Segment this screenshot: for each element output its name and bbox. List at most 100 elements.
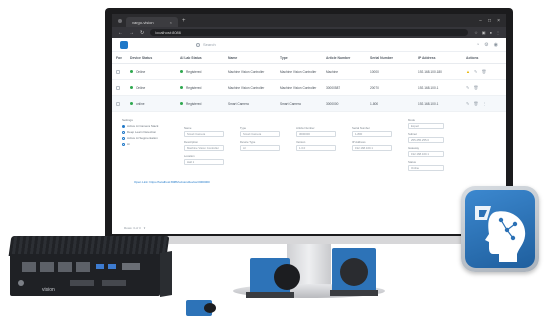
new-tab-button[interactable]: + [182,18,186,24]
article-number-field[interactable]: Article Number 3000000 [296,126,336,137]
field-value[interactable]: Machine Vision Controller [184,145,224,151]
ip-address-field[interactable]: IP Address 192.168.100.1 [352,140,392,151]
table-header: Fav Device Status AI Lab Status Name Typ… [112,52,506,64]
browser-tab[interactable]: vargo-vision × [126,17,178,27]
col-fav[interactable]: Fav [116,56,130,60]
field-value[interactable]: 255.255.255.0 [408,137,444,143]
field-label: Name [184,126,192,130]
device-status-cell: Online [130,70,180,74]
serial-port-icon [102,280,126,286]
option-label: Active Ai Camera Stack [127,124,159,128]
name-field[interactable]: Name Smart Camera [184,126,224,137]
field-value[interactable]: 192.168.100.1 [352,145,392,151]
option-item[interactable]: Active Ai Segmentation [122,136,158,140]
field-value[interactable]: 1.0.0 [296,145,336,151]
delete-icon[interactable]: 🗑 [473,85,478,90]
edit-icon[interactable]: ✎ [466,85,469,90]
power-button-icon [18,280,24,286]
field-value[interactable]: 1-800 [352,131,392,137]
settings-icon[interactable]: ⚙ [484,42,488,48]
star-icon[interactable]: ☆ [474,30,478,35]
device-status-cell: Online [130,86,180,90]
profile-icon[interactable]: ● [490,30,492,35]
browser-window: vargo-vision × + − □ × ← → ↻ localhost:8… [112,14,506,234]
search-bar[interactable]: Search [136,42,468,47]
serial-number-field[interactable]: Serial Number 1-800 [352,126,392,137]
url-field[interactable]: localhost:8086 [150,29,469,36]
favorite-toggle[interactable] [116,85,120,90]
favorite-toggle[interactable] [116,69,120,74]
field-label: Article Number [296,126,315,130]
user-icon[interactable]: ◉ [494,42,498,48]
field-value[interactable]: Smart Camera [240,131,280,137]
col-device-status[interactable]: Device Status [130,56,180,60]
field-label: Gateway [408,146,420,150]
reload-icon[interactable]: ↻ [140,30,144,36]
menu-icon[interactable]: ⋮ [496,30,500,35]
forward-icon[interactable]: → [129,30,134,36]
back-icon[interactable]: ← [118,30,123,36]
subnet-field[interactable]: Subnet 255.255.255.0 [408,132,444,143]
field-value[interactable]: Hall 1 [184,159,224,165]
option-item[interactable]: Active Ai Camera Stack [122,124,158,128]
table-row[interactable]: Online Registered Machine Vision Control… [112,80,506,96]
field-value[interactable]: 192.168.100.1 [408,151,444,157]
article-cell: Machine [326,69,339,74]
gateway-field[interactable]: Gateway 192.168.100.1 [408,146,444,157]
ethernet-port-icon [40,262,54,272]
minimize-icon[interactable]: − [479,18,482,24]
field-label: Device Type [240,140,256,144]
camera-small [186,300,216,316]
field-value[interactable]: Expert [408,123,444,129]
version-field[interactable]: Version 1.0.0 [296,140,336,151]
edit-icon[interactable]: ✎ [466,101,469,106]
field-value[interactable]: 3000000 [296,131,336,137]
device-type-field[interactable]: Device Type AI [240,140,280,151]
col-type[interactable]: Type [280,56,326,60]
more-icon[interactable]: ⋮ [482,101,486,106]
table-row[interactable]: Online Registered Machine Vision Control… [112,64,506,80]
mode-field[interactable]: Mode Expert [408,118,444,129]
status-dot [130,70,133,74]
table-row[interactable]: online Registered Smart Camera Smart Cam… [112,96,506,112]
description-field[interactable]: Description Machine Vision Controller [184,140,224,151]
field-value[interactable]: Smart Camera [184,131,224,137]
delete-icon[interactable]: 🗑 [481,69,486,74]
option-item[interactable]: Deep Learn Detection [122,130,158,134]
device-link[interactable]: Open Link: https://localhost:8086/vvisio… [134,180,210,184]
url-text: localhost:8086 [155,30,181,35]
type-field[interactable]: Type Smart Camera [240,126,280,137]
type-cell: Machine Vision Controller [280,85,317,90]
status-field[interactable]: Status Online [408,160,444,171]
col-ai-lab-status[interactable]: AI Lab Status [180,56,228,60]
col-name[interactable]: Name [228,56,280,60]
close-tab-icon[interactable]: × [170,20,172,25]
location-field[interactable]: Location Hall 1 [184,154,224,165]
col-serial-number[interactable]: Serial Number [370,56,418,60]
col-article-number[interactable]: Article Number [326,56,370,60]
field-label: Status [408,160,416,164]
maximize-icon[interactable]: □ [488,18,491,24]
field-label: Mode [408,118,415,122]
browser-tab-bar: vargo-vision × + − □ × [112,14,506,27]
extensions-icon[interactable]: ▣ [482,30,486,35]
app-logo[interactable] [120,40,128,49]
delete-icon[interactable]: 🗑 [473,101,478,106]
close-window-icon[interactable]: × [497,18,500,24]
options-label: Settings [122,118,133,122]
col-ip-address[interactable]: IP Address [418,56,466,60]
field-value[interactable]: Online [408,165,444,171]
usb-port-icon [108,264,116,269]
rows-count: Rows: 3 of 3 [124,226,141,230]
camera-smart [330,248,378,296]
row-actions: ▲ ✎ 🗑 [466,69,506,74]
camera-lens [340,258,368,286]
favorite-toggle[interactable] [116,101,120,106]
chevron-down-icon[interactable]: ▾ [144,226,146,230]
device-status-cell: online [130,102,180,106]
field-value[interactable]: AI [240,145,280,151]
bell-icon[interactable]: ◔ [476,42,479,48]
serial-cell: 1-800 [370,101,379,106]
option-item[interactable]: Ai [122,142,158,146]
edit-icon[interactable]: ✎ [474,69,477,74]
